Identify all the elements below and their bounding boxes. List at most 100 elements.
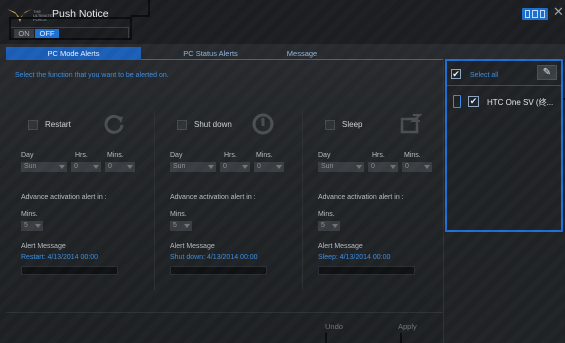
alert-message-text: Shut down: 4/13/2014 00:00: [170, 254, 258, 261]
day-value: Sun: [321, 163, 334, 170]
advance-mins-select[interactable]: 5: [170, 221, 192, 231]
restart-icon: [104, 114, 124, 134]
chevron-down-icon: [332, 224, 338, 228]
chevron-down-icon: [390, 165, 396, 169]
chevron-down-icon: [208, 165, 214, 169]
chevron-down-icon: [424, 165, 430, 169]
advance-alert-label: Advance activation alert in :: [21, 194, 107, 201]
action-bar: [6, 312, 443, 343]
tab-pc-mode-alerts[interactable]: PC Mode Alerts: [6, 47, 141, 60]
callout-line: [9, 17, 132, 19]
logo-text: THE ULTIMATE FORCE: [33, 9, 53, 22]
hrs-label: Hrs.: [75, 152, 88, 159]
hrs-value: 0: [223, 163, 227, 170]
hrs-select[interactable]: 0: [220, 162, 250, 172]
column-divider: [154, 110, 155, 290]
chevron-down-icon: [59, 165, 65, 169]
callout-line: [9, 17, 11, 40]
hrs-label: Hrs.: [224, 152, 237, 159]
alert-message-input[interactable]: [21, 266, 118, 275]
callout-line: [9, 38, 132, 40]
advance-mins-value: 5: [24, 222, 28, 229]
chevron-down-icon: [356, 165, 362, 169]
chevron-down-icon: [276, 165, 282, 169]
sleep-checkbox[interactable]: [325, 120, 335, 130]
alert-message-input[interactable]: [318, 266, 415, 275]
callout-line: [400, 333, 402, 343]
day-value: Sun: [24, 163, 37, 170]
chevron-down-icon: [93, 165, 99, 169]
alert-message-label: Alert Message: [21, 243, 66, 250]
hrs-value: 0: [371, 163, 375, 170]
restart-checkbox[interactable]: [28, 120, 38, 130]
close-icon[interactable]: ✕: [553, 4, 564, 20]
mins-label: Mins.: [107, 152, 124, 159]
tab-bar: PC Mode Alerts PC Status Alerts Message: [6, 47, 443, 60]
day-label: Day: [170, 152, 183, 159]
device-checkbox[interactable]: ✔: [468, 96, 479, 107]
alert-message-input[interactable]: [170, 266, 267, 275]
undo-button[interactable]: Undo: [325, 322, 343, 331]
day-select[interactable]: Sun: [21, 162, 67, 172]
callout-line: [131, 15, 150, 17]
check-icon: ✔: [469, 96, 478, 106]
panel-divider: [447, 85, 561, 86]
callout-line: [325, 333, 327, 343]
alert-message-label: Alert Message: [318, 243, 363, 250]
day-select[interactable]: Sun: [170, 162, 216, 172]
sleep-icon: [400, 114, 422, 134]
chevron-down-icon: [35, 224, 41, 228]
mins-label: Mins.: [256, 152, 273, 159]
tab-message[interactable]: Message: [272, 47, 332, 60]
select-all-label: Select all: [470, 72, 499, 79]
hrs-select[interactable]: 0: [71, 162, 101, 172]
callout-line: [130, 17, 132, 40]
advance-mins-label: Mins.: [318, 211, 335, 218]
day-label: Day: [318, 152, 331, 159]
mins-value: 0: [108, 163, 112, 170]
advance-mins-value: 5: [173, 222, 177, 229]
day-label: Day: [21, 152, 34, 159]
intro-text: Select the function that you want to be …: [15, 72, 169, 79]
hrs-value: 0: [74, 163, 78, 170]
device-name: HTC One SV (终...: [487, 98, 554, 107]
advance-mins-label: Mins.: [170, 211, 187, 218]
edit-icon[interactable]: ✎: [537, 65, 557, 80]
mins-label: Mins.: [404, 152, 421, 159]
alert-message-text: Restart: 4/13/2014 00:00: [21, 254, 99, 261]
advance-mins-select[interactable]: 5: [318, 221, 340, 231]
day-value: Sun: [173, 163, 186, 170]
chevron-down-icon: [184, 224, 190, 228]
hrs-select[interactable]: 0: [368, 162, 398, 172]
hrs-label: Hrs.: [372, 152, 385, 159]
shutdown-section: Shut down Day Hrs. Mins. Sun 0 0 Advance…: [170, 110, 288, 280]
shutdown-label: Shut down: [194, 120, 232, 129]
chevron-down-icon: [127, 165, 133, 169]
push-notice-window: THE ULTIMATE FORCE Push Notice ✕ ON OFF …: [0, 0, 565, 343]
restart-section: Restart Day Hrs. Mins. Sun 0 0 Advance a…: [21, 110, 139, 280]
advance-mins-label: Mins.: [21, 211, 38, 218]
advance-mins-select[interactable]: 5: [21, 221, 43, 231]
mins-select[interactable]: 0: [105, 162, 135, 172]
mins-select[interactable]: 0: [254, 162, 284, 172]
restart-label: Restart: [45, 120, 71, 129]
window-mode-button[interactable]: [522, 8, 548, 20]
phone-icon: [453, 95, 461, 108]
shutdown-checkbox[interactable]: [177, 120, 187, 130]
check-icon: ✔: [452, 69, 460, 79]
apply-button[interactable]: Apply: [398, 322, 417, 331]
day-select[interactable]: Sun: [318, 162, 364, 172]
column-divider: [302, 110, 303, 290]
tab-pc-status-alerts[interactable]: PC Status Alerts: [143, 47, 278, 60]
alert-message-label: Alert Message: [170, 243, 215, 250]
alert-message-text: Sleep: 4/13/2014 00:00: [318, 254, 391, 261]
mins-select[interactable]: 0: [402, 162, 432, 172]
sleep-section: Sleep Day Hrs. Mins. Sun 0 0 Advance act…: [318, 110, 436, 280]
power-icon: [252, 113, 274, 135]
advance-alert-label: Advance activation alert in :: [170, 194, 256, 201]
select-all-checkbox[interactable]: ✔: [451, 69, 461, 79]
mins-value: 0: [257, 163, 261, 170]
advance-mins-value: 5: [321, 222, 325, 229]
chevron-down-icon: [242, 165, 248, 169]
advance-alert-label: Advance activation alert in :: [318, 194, 404, 201]
